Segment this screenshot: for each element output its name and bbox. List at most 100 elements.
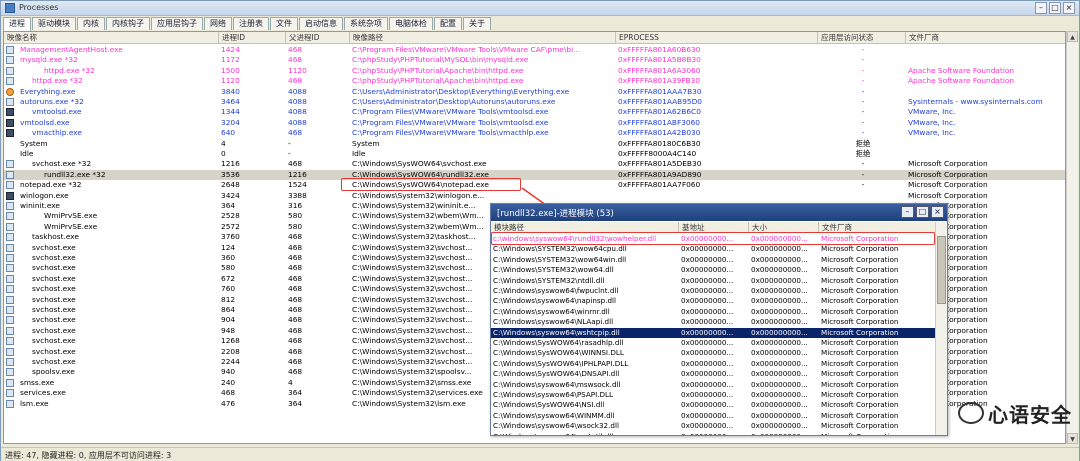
module-cell-vendor: Microsoft Corporation [821, 254, 899, 264]
list-item[interactable]: C:\Windows\syswow64\napinsp.dll 0x0000000… [491, 296, 936, 306]
watermark: 心语安全 [958, 398, 1078, 428]
list-item[interactable]: C:\Windows\SysWOW64\WINNSI.DLL 0x00000000… [491, 348, 936, 358]
module-cell-size: 0x000000000... [751, 348, 808, 358]
module-cell-size: 0x000000000... [751, 358, 808, 368]
list-item[interactable]: C:\Windows\SysWOW64\IPHLPAPI.DLL 0x000000… [491, 359, 936, 369]
module-cell-path: C:\Windows\SysWOW64\WINNSI.DLL [493, 348, 624, 358]
module-cell-vendor: Microsoft Corporation [821, 306, 899, 316]
module-cell-base: 0x00000000... [681, 410, 734, 420]
module-cell-vendor: Microsoft Corporation [821, 410, 899, 420]
module-cell-base: 0x00000000... [681, 265, 734, 275]
module-cell-size: 0x000000000... [751, 421, 808, 431]
list-item[interactable]: C:\Windows\SYSTEM32\wow64.dll 0x00000000.… [491, 265, 936, 275]
list-item[interactable]: C:\Windows\SYSTEM32\wow64win.dll 0x000000… [491, 255, 936, 265]
list-item[interactable]: C:\Windows\syswow64\NLAapi.dll 0x00000000… [491, 317, 936, 327]
module-cell-base: 0x00000000... [681, 286, 734, 295]
module-cell-vendor: Microsoft Corporation [821, 369, 899, 379]
module-cell-path: C:\Windows\SYSTEM32\wow64cpu.dll [493, 244, 627, 254]
module-title-bar[interactable]: [rundll32.exe]-进程模块 (53) – □ × [491, 204, 947, 221]
module-cell-size: 0x000000000... [751, 244, 808, 254]
module-cell-vendor: Microsoft Corporation [821, 421, 899, 431]
module-window[interactable]: [rundll32.exe]-进程模块 (53) – □ × 模块路径 基地址 … [490, 203, 948, 436]
list-item[interactable]: C:\Windows\syswow64\winrnr.dll 0x00000000… [491, 307, 936, 317]
list-item[interactable]: C:\Windows\syswow64\PSAPI.DLL 0x00000000.… [491, 390, 936, 400]
module-cell-base: 0x00000000... [679, 432, 749, 435]
module-cell-size: 0x000000000... [751, 254, 808, 264]
chat-bubble-icon [958, 402, 984, 424]
module-cell-path: C:\Windows\SysWOW64\NSI.dll [493, 400, 605, 410]
list-item[interactable]: C:\Windows\syswow64\fwpuclnt.dll 0x000000… [491, 286, 936, 296]
module-cell-base: 0x00000000... [681, 390, 734, 399]
module-cell-vendor: Microsoft Corporation [821, 348, 899, 358]
module-cell-base: 0x00000000... [681, 327, 734, 337]
module-cell-vendor: Microsoft Corporation [821, 327, 899, 337]
list-item[interactable]: C:\Windows\SYSTEM32\wow64cpu.dll 0x000000… [491, 244, 936, 254]
module-cell-path: C:\Windows\syswow64\wshtcpip.dll [493, 327, 620, 337]
module-cell-size: 0x000000000... [751, 369, 808, 379]
module-cell-vendor: Microsoft Corporation [821, 244, 899, 254]
module-cell-path: C:\Windows\syswow64\fwpuclnt.dll [493, 286, 619, 295]
module-cell-vendor: Microsoft Corporation [821, 379, 899, 389]
list-item[interactable]: C:\Windows\syswow64\mswsock.dll 0x0000000… [491, 380, 936, 390]
module-cell-path: C:\Windows\syswow64\WINMM.dll [493, 410, 615, 420]
list-item[interactable]: C:\Windows\syswow64\WINMM.dll 0x00000000.… [491, 411, 936, 421]
module-cell-path: C:\Windows\SysWOW64\IPHLPAPI.DLL [493, 358, 629, 368]
list-item[interactable]: C:\Windows\SysWOW64\NSI.dll 0x00000000...… [491, 400, 936, 410]
module-minimize-button[interactable]: – [901, 206, 914, 218]
module-cell-path: C:\Windows\syswow64\wsock32.dll [493, 421, 619, 431]
module-cell-path: C:\Windows\SYSTEM32\wow64win.dll [493, 254, 627, 264]
module-cell-path: C:\Windows\syswow64\napinsp.dll [493, 296, 617, 306]
module-cell-size: 0x000000000... [751, 379, 808, 389]
module-maximize-button[interactable]: □ [916, 206, 929, 218]
module-scrollbar[interactable] [935, 222, 947, 435]
module-cell-path: C:\Windows\SYSTEM32\ntdll.dll [493, 275, 605, 285]
module-cell-path: C:\Windows\syswow64\winrnr.dll [493, 306, 610, 316]
module-cell-vendor: Microsoft Corporation [821, 390, 899, 399]
module-scroll-thumb[interactable] [937, 236, 946, 304]
module-cell-base: 0x00000000... [681, 338, 734, 347]
list-item[interactable]: C:\Windows\syswow64\wshtcpip.dll 0x000000… [491, 327, 936, 338]
module-cell-path: C:\Windows\syswow64\vertutil.dll [491, 432, 679, 435]
list-item[interactable]: C:\Windows\syswow64\wsock32.dll 0x0000000… [491, 421, 936, 431]
module-cell-size: 0x000000000... [751, 317, 808, 327]
module-cell-base: 0x00000000... [681, 400, 734, 410]
module-cell-path: C:\Windows\syswow64\NLAapi.dll [493, 317, 614, 327]
module-cell-size: 0x000000000... [751, 410, 808, 420]
module-cell-path: C:\Windows\SysWOW64\DNSAPI.dll [493, 369, 620, 379]
module-cell-base: 0x00000000... [681, 275, 734, 285]
watermark-text: 心语安全 [988, 403, 1072, 427]
module-cell-path: C:\Windows\syswow64\mswsock.dll [493, 379, 621, 389]
list-item[interactable]: C:\Windows\SysWOW64\DNSAPI.dll 0x00000000… [491, 369, 936, 379]
list-item[interactable]: C:\Windows\SysWOW64\rasadhlp.dll 0x000000… [491, 338, 936, 348]
module-cell-size: 0x000000000... [751, 296, 808, 306]
highlight-suspicious-module [491, 232, 935, 245]
module-cell-size: 0x000000000... [751, 327, 808, 337]
list-item[interactable]: C:\Windows\SYSTEM32\ntdll.dll 0x00000000.… [491, 276, 936, 286]
module-cell-size: 0x000000000... [751, 265, 808, 275]
module-cell-vendor: Microsoft Corporation [821, 338, 899, 347]
module-cell-base: 0x00000000... [681, 348, 734, 358]
module-cell-base: 0x00000000... [681, 317, 734, 327]
module-cell-base: 0x00000000... [681, 421, 734, 431]
module-cell-base: 0x00000000... [681, 254, 734, 264]
module-cell-path: C:\Windows\SYSTEM32\wow64.dll [493, 265, 614, 275]
module-cell-base: 0x00000000... [681, 358, 734, 368]
module-cell-size: 0x000000000... [751, 286, 808, 295]
module-cell-path: C:\Windows\SysWOW64\rasadhlp.dll [493, 338, 624, 347]
module-cell-size: 0x000000000... [751, 338, 808, 347]
module-cell-vendor: Microsoft Corporation [821, 296, 899, 306]
module-cell-vendor: Microsoft Corporation [821, 400, 899, 410]
module-cell-vendor: Microsoft Corporation [821, 317, 899, 327]
module-cell-base: 0x00000000... [681, 244, 734, 254]
module-cell-base: 0x00000000... [681, 296, 734, 306]
module-cell-size: 0x000000000... [749, 432, 819, 435]
module-cell-size: 0x000000000... [751, 400, 808, 410]
module-cell-base: 0x00000000... [681, 306, 734, 316]
module-close-button[interactable]: × [931, 206, 944, 218]
module-cell-vendor: Microsoft Corporation [821, 265, 899, 275]
module-cell-path: C:\Windows\syswow64\PSAPI.DLL [493, 390, 614, 399]
list-item[interactable]: C:\Windows\syswow64\vertutil.dll0x000000… [491, 432, 936, 435]
module-cell-base: 0x00000000... [681, 369, 734, 379]
module-window-title: [rundll32.exe]-进程模块 (53) [497, 209, 614, 219]
module-cell-vendor: Microsoft Corporation [821, 358, 899, 368]
